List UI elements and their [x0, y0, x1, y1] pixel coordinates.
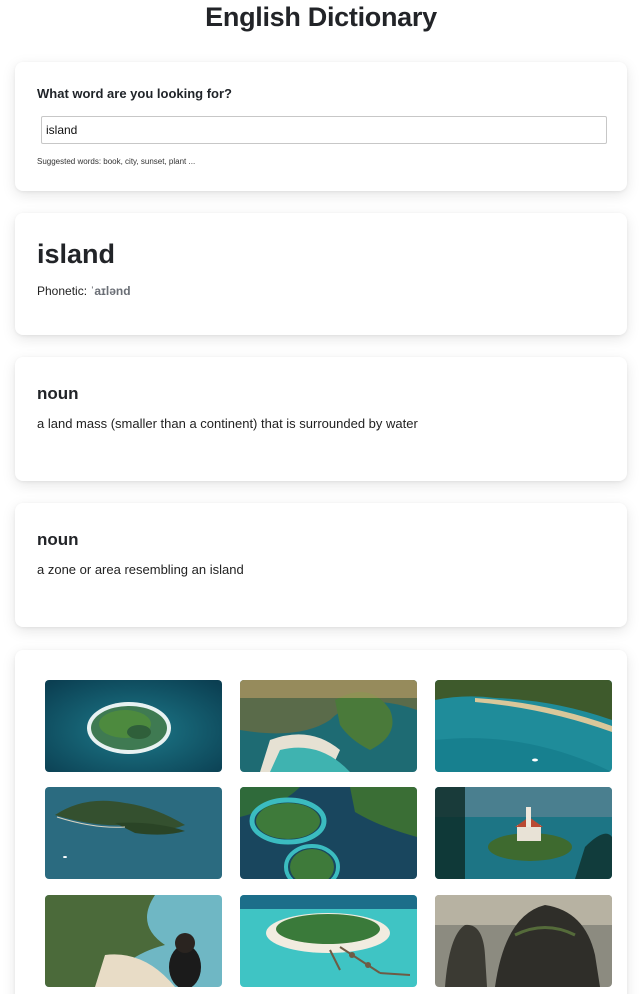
phonetic-value: ˈaɪlənd [90, 284, 131, 298]
definition: a zone or area resembling an island [37, 562, 244, 577]
photos-card [15, 650, 627, 994]
photo-round-island-aerial[interactable] [45, 680, 222, 772]
definition: a land mass (smaller than a continent) t… [37, 416, 418, 431]
meaning-card: noun a zone or area resembling an island [15, 503, 627, 627]
headword: island [37, 239, 116, 269]
search-card: What word are you looking for? Suggested… [15, 62, 627, 191]
photo-green-islands-river[interactable] [240, 787, 417, 879]
meaning-card: noun a land mass (smaller than a contine… [15, 357, 627, 481]
photo-sea-rocks[interactable] [435, 895, 612, 987]
suggested-words-hint: Suggested words: book, city, sunset, pla… [37, 157, 196, 166]
photo-resort-island-lagoon[interactable] [240, 895, 417, 987]
search-question: What word are you looking for? [37, 86, 232, 101]
photo-lake-island-church[interactable] [435, 787, 612, 879]
photo-forested-island-sea[interactable] [45, 787, 222, 879]
phonetic-line: Phonetic: ˈaɪlənd [37, 284, 131, 298]
photo-turquoise-coast-aerial[interactable] [435, 680, 612, 772]
photo-cliff-viewpoint-person[interactable] [45, 895, 222, 987]
part-of-speech: noun [37, 384, 79, 403]
dictionary-page: English Dictionary What word are you loo… [0, 0, 642, 994]
search-input[interactable] [41, 116, 607, 144]
page-title: English Dictionary [205, 2, 437, 32]
photo-cliff-beach-aerial[interactable] [240, 680, 417, 772]
part-of-speech: noun [37, 530, 79, 549]
word-card: island Phonetic: ˈaɪlənd [15, 213, 627, 335]
phonetic-label: Phonetic: [37, 284, 88, 298]
